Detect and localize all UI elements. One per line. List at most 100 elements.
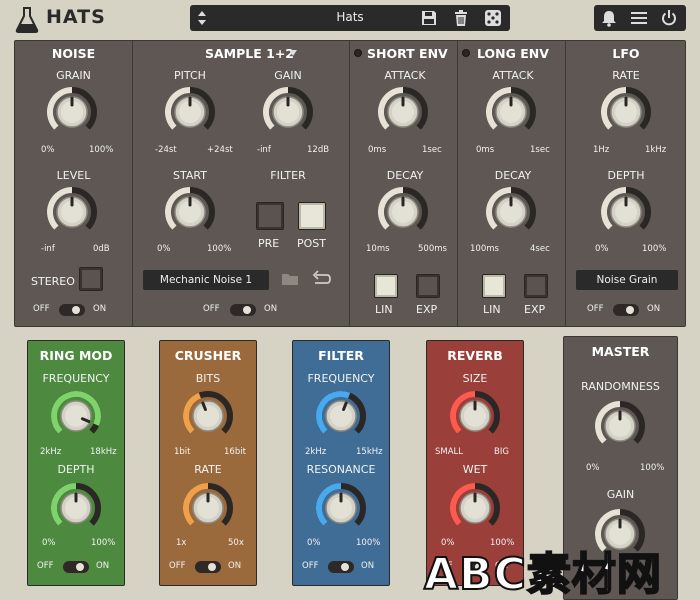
short-attack-knob[interactable] (376, 85, 430, 139)
folder-icon[interactable] (281, 271, 299, 287)
filter-freq-knob[interactable] (314, 389, 368, 443)
grain-label: GRAIN (56, 69, 91, 82)
level-min: -inf (41, 244, 55, 254)
short-decay-knob[interactable] (376, 185, 430, 239)
bell-icon[interactable] (600, 9, 618, 27)
reverb-size-knob[interactable] (448, 389, 502, 443)
short-decay-max: 500ms (418, 244, 447, 254)
lfo-power-toggle[interactable] (613, 304, 639, 316)
stereo-button[interactable] (79, 267, 103, 291)
noise-title: NOISE (51, 46, 96, 61)
menu-icon[interactable] (630, 9, 648, 27)
pitch-knob[interactable] (163, 85, 217, 139)
filter-panel: FILTER FREQUENCY 2kHz 15kHz RESONANCE 0%… (292, 340, 390, 586)
randomness-knob[interactable] (593, 399, 647, 453)
filter-pos-label: FILTER (270, 169, 306, 182)
sample-power-toggle[interactable] (230, 304, 256, 316)
filter-on-label: ON (361, 561, 375, 571)
long-attack-label: ATTACK (492, 69, 534, 82)
filter-off-label: OFF (302, 561, 319, 571)
short-env-led[interactable] (354, 49, 362, 57)
app-title: HATS (46, 6, 106, 28)
crusher-off-label: OFF (169, 561, 186, 571)
filter-pre-label: PRE (258, 237, 280, 250)
level-max: 0dB (93, 244, 110, 254)
crusher-title: CRUSHER (174, 348, 242, 363)
updown-arrows-icon[interactable] (196, 8, 208, 28)
lfo-depth-label: DEPTH (607, 169, 645, 182)
pitch-label: PITCH (174, 69, 206, 82)
crusher-rate-min: 1x (176, 538, 187, 548)
gain-min: -inf (257, 145, 271, 155)
filter-freq-min: 2kHz (305, 447, 327, 457)
gain-label: GAIN (274, 69, 302, 82)
sample-selector[interactable]: Mechanic Noise 1 (143, 270, 269, 290)
sample-off-label: OFF (203, 304, 220, 314)
reverb-wet-knob[interactable] (448, 481, 502, 535)
long-decay-max: 4sec (530, 244, 550, 254)
ring-freq-max: 18kHz (90, 447, 117, 457)
long-attack-knob[interactable] (484, 85, 538, 139)
short-attack-label: ATTACK (384, 69, 426, 82)
chevron-down-icon[interactable] (288, 49, 298, 57)
level-knob[interactable] (45, 185, 99, 239)
pitch-max: +24st (207, 145, 233, 155)
crusher-power-toggle[interactable] (195, 561, 221, 573)
ring-freq-knob[interactable] (49, 389, 103, 443)
filter-power-toggle[interactable] (328, 561, 354, 573)
filter-pre-button[interactable] (256, 202, 284, 230)
header: HATS Hats (0, 0, 700, 38)
filter-res-knob[interactable] (314, 481, 368, 535)
long-exp-button[interactable] (524, 274, 548, 298)
lfo-title: LFO (612, 46, 640, 61)
power-icon[interactable] (660, 9, 678, 27)
divider (565, 41, 566, 326)
trash-icon[interactable] (452, 9, 470, 27)
short-exp-button[interactable] (416, 274, 440, 298)
master-gain-label: GAIN (606, 488, 635, 501)
crusher-rate-label: RATE (194, 463, 222, 476)
reverb-size-label: SIZE (462, 372, 488, 385)
sample-on-label: ON (264, 304, 278, 314)
long-decay-min: 100ms (470, 244, 499, 254)
reverb-title: REVERB (447, 348, 503, 363)
loop-icon[interactable] (311, 270, 333, 288)
long-lin-button[interactable] (482, 274, 506, 298)
noise-on-label: ON (93, 304, 107, 314)
preset-bar: Hats (190, 5, 510, 31)
lfo-rate-knob[interactable] (599, 85, 653, 139)
filter-post-button[interactable] (298, 202, 326, 230)
crusher-bits-min: 1bit (174, 447, 191, 457)
gain-knob[interactable] (261, 85, 315, 139)
reverb-size-min: SMALL (435, 447, 464, 457)
lfo-rate-max: 1kHz (645, 145, 667, 155)
flask-icon[interactable] (14, 6, 40, 34)
long-attack-min: 0ms (476, 145, 495, 155)
grain-max: 100% (89, 145, 114, 155)
dice-icon[interactable] (484, 9, 502, 27)
lfo-depth-knob[interactable] (599, 185, 653, 239)
long-env-led[interactable] (462, 49, 470, 57)
crusher-rate-knob[interactable] (181, 481, 235, 535)
crusher-rate-max: 50x (228, 538, 244, 548)
grain-knob[interactable] (45, 85, 99, 139)
ring-power-toggle[interactable] (63, 561, 89, 573)
lfo-target-selector[interactable]: Noise Grain (576, 270, 678, 290)
save-icon[interactable] (420, 9, 438, 27)
filter-title: FILTER (318, 348, 364, 363)
start-knob[interactable] (163, 185, 217, 239)
ring-depth-knob[interactable] (49, 481, 103, 535)
crusher-bits-knob[interactable] (181, 389, 235, 443)
filter-res-min: 0% (307, 538, 321, 548)
sample-title[interactable]: SAMPLE 1+2 (205, 46, 294, 61)
noise-power-toggle[interactable] (59, 304, 85, 316)
short-decay-label: DECAY (386, 169, 424, 182)
long-lin-label: LIN (483, 303, 501, 316)
level-label: LEVEL (56, 169, 91, 182)
ring-freq-label: FREQUENCY (42, 372, 110, 385)
long-decay-knob[interactable] (484, 185, 538, 239)
short-lin-button[interactable] (374, 274, 398, 298)
start-min: 0% (157, 244, 171, 254)
watermark: ABC素材网 (423, 548, 662, 600)
divider (132, 41, 133, 326)
